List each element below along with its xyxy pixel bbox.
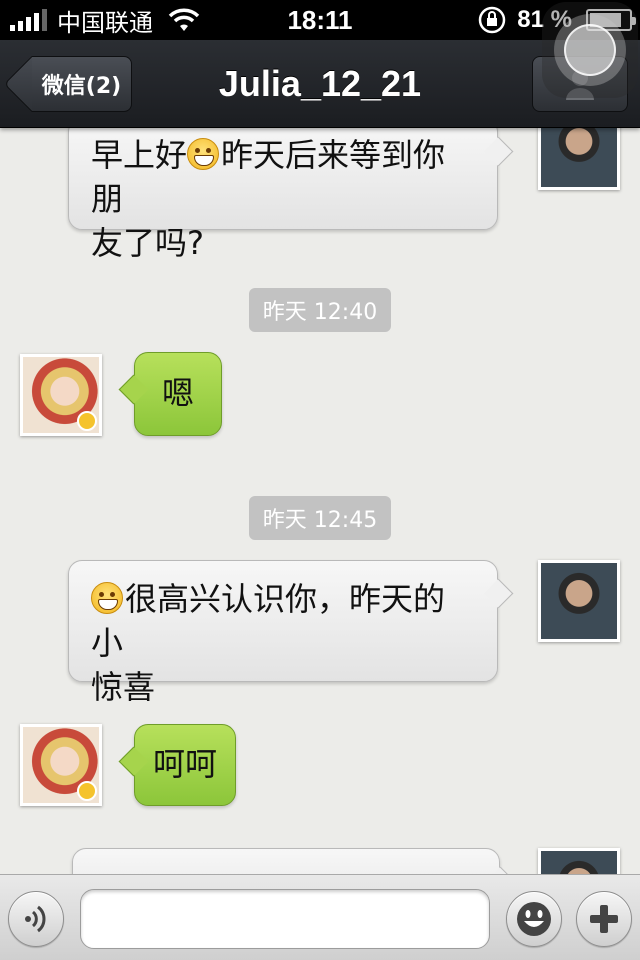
timestamp: 昨天 12:40 bbox=[0, 288, 640, 332]
avatar-me[interactable] bbox=[538, 128, 620, 190]
voice-icon bbox=[25, 905, 46, 933]
voice-button[interactable] bbox=[8, 891, 64, 947]
message-bubble-incoming[interactable]: 呵呵 bbox=[134, 724, 236, 806]
assistive-touch-button[interactable] bbox=[542, 2, 638, 98]
plus-icon bbox=[590, 905, 618, 933]
timestamp-label: 昨天 12:45 bbox=[248, 496, 392, 540]
message-text: 惊喜 bbox=[91, 668, 156, 706]
chat-area[interactable]: 早上好 昨天后来等到你朋 友了吗? 昨天 12:40 嗯 昨天 12:45 很高兴… bbox=[0, 128, 640, 874]
rotation-lock-icon bbox=[479, 6, 506, 34]
message-text: 友了吗? bbox=[91, 224, 204, 262]
message-text: 嗯 bbox=[161, 374, 194, 412]
timestamp: 昨天 12:45 bbox=[0, 496, 640, 540]
back-button-label: 微信(2) bbox=[32, 56, 132, 112]
wifi-icon bbox=[168, 8, 200, 31]
message-bubble-outgoing[interactable]: 很高兴认识你，昨天的小 惊喜 bbox=[68, 560, 498, 706]
verified-badge-icon bbox=[77, 411, 97, 431]
avatar-contact[interactable] bbox=[20, 354, 102, 436]
message-bubble-incoming[interactable]: 嗯 bbox=[134, 352, 222, 436]
carrier-name: 中国联通 bbox=[57, 8, 153, 37]
message-bubble-outgoing[interactable]: 早上好 昨天后来等到你朋 友了吗? bbox=[68, 128, 498, 262]
avatar-me[interactable] bbox=[538, 560, 620, 642]
input-bar bbox=[0, 874, 640, 960]
grin-emoji-icon bbox=[187, 138, 220, 170]
message-input[interactable] bbox=[80, 889, 490, 949]
back-button[interactable]: 微信(2) bbox=[3, 55, 132, 113]
smiley-icon bbox=[517, 902, 551, 936]
timestamp-label: 昨天 12:40 bbox=[248, 288, 392, 332]
add-button[interactable] bbox=[576, 891, 632, 947]
verified-badge-icon bbox=[77, 781, 97, 801]
message-bubble-outgoing[interactable] bbox=[72, 848, 500, 874]
emoji-button[interactable] bbox=[506, 891, 562, 947]
avatar-contact[interactable] bbox=[20, 724, 102, 806]
message-text: 呵呵 bbox=[152, 745, 217, 783]
chat-title: Julia_12_21 bbox=[218, 63, 422, 104]
message-text: 很高兴认识你，昨天的小 bbox=[91, 580, 446, 662]
grin-emoji-icon bbox=[91, 582, 123, 614]
signal-strength-icon bbox=[10, 9, 47, 31]
avatar-me[interactable] bbox=[538, 848, 620, 874]
message-text: 早上好 bbox=[91, 136, 188, 174]
